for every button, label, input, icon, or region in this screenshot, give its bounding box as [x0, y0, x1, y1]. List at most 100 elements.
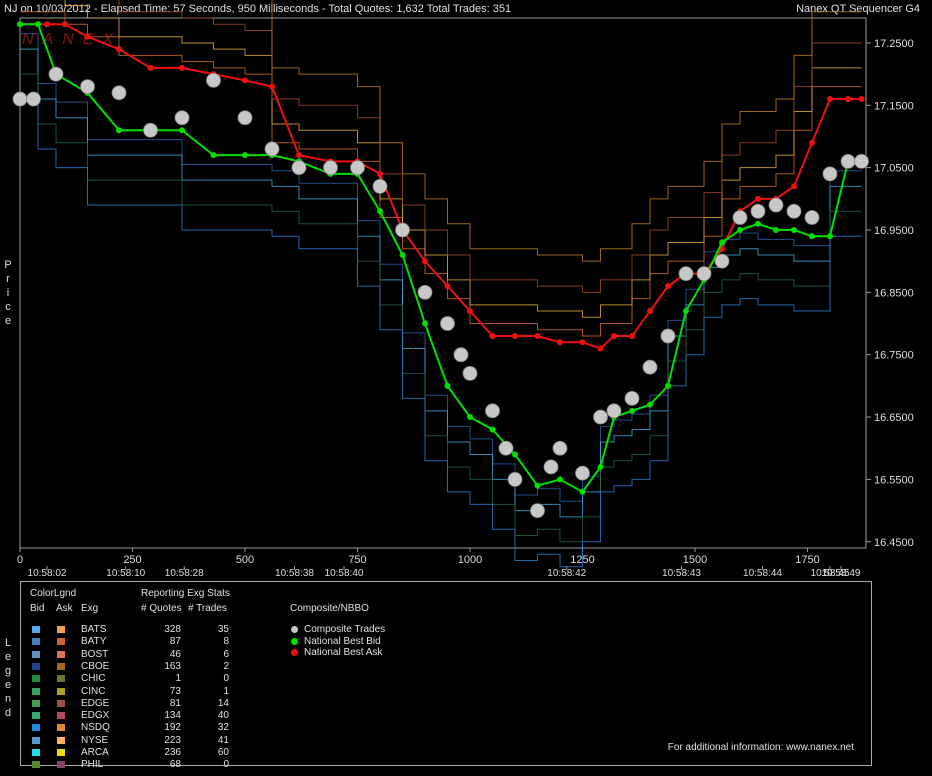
exchange-name: CINC — [81, 685, 106, 697]
bid-exchange-line — [20, 33, 862, 502]
legend-trades-header: # Trades — [188, 603, 227, 614]
time-tick-label: 10:58:43 — [662, 568, 701, 579]
national-best-bid-point — [534, 482, 541, 489]
composite-trade-point — [593, 409, 608, 425]
exchange-trade-count: 0 — [223, 673, 229, 685]
national-best-ask-point — [296, 152, 302, 159]
legend-reporting-header: Reporting Exg Stats — [141, 588, 230, 599]
national-best-ask-point — [597, 345, 604, 352]
composite-trade-point — [174, 110, 190, 126]
exchange-name: ARCA — [81, 747, 109, 758]
exchange-name: BATS — [81, 624, 107, 635]
composite-trade-point — [80, 79, 95, 94]
exchange-trade-count: 0 — [223, 759, 229, 771]
exchange-name: BATY — [81, 636, 107, 648]
composite-trade-point — [453, 347, 469, 363]
composite-trade-point — [854, 154, 869, 169]
y-tick-label: 16.9500 — [874, 225, 914, 237]
exchange-quote-count: 236 — [164, 747, 181, 758]
bid-color-swatch — [32, 638, 40, 646]
composite-trade-point — [264, 141, 280, 157]
time-tick-label: 10:58:44 — [743, 568, 782, 579]
composite-trade-point — [395, 222, 410, 238]
national-best-bid-point — [210, 152, 217, 159]
composite-trade-point — [462, 366, 478, 381]
exchange-name: NSDQ — [81, 722, 110, 734]
composite-trade-point — [768, 197, 784, 213]
exchange-trade-count: 8 — [223, 636, 229, 648]
exchange-trade-count: 32 — [217, 722, 229, 734]
composite-trade-point — [507, 472, 523, 487]
national-best-bid-point — [512, 451, 518, 458]
time-tick-label: 10:58:28 — [165, 568, 204, 579]
national-best-ask-point — [611, 333, 617, 339]
national-best-bid-point — [827, 233, 833, 240]
legend-composite-header: Composite/NBBO — [290, 603, 369, 614]
national-best-ask-line — [20, 23, 862, 350]
national-best-ask-point — [147, 64, 154, 71]
national-best-bid-point — [422, 320, 428, 327]
national-best-ask-point — [809, 139, 815, 146]
bid-color-swatch — [32, 712, 40, 720]
legend-bid-header: Bid — [30, 603, 45, 614]
legend-colorlgnd-header: ColorLgnd — [30, 588, 77, 599]
exchange-quote-count: 81 — [169, 697, 181, 709]
exchange-name: BOST — [81, 648, 109, 660]
exchange-quote-count: 134 — [164, 710, 181, 722]
composite-trade-point — [323, 160, 338, 176]
national-best-bid-line — [20, 23, 862, 494]
ask-exchange-line — [20, 11, 862, 337]
national-best-bid-point — [579, 488, 586, 495]
y-tick-label: 17.0500 — [874, 163, 914, 175]
national-best-bid-point — [467, 414, 473, 421]
exchange-quote-count: 46 — [169, 648, 181, 660]
exchange-trade-count: 2 — [223, 660, 229, 672]
nbbo-legend-label: National Best Ask — [304, 647, 383, 658]
x-tick-label: 0 — [17, 554, 23, 566]
bid-color-swatch — [32, 662, 40, 670]
time-tick-label: 10:58:42 — [547, 568, 586, 579]
composite-trade-point — [696, 266, 712, 282]
national-best-bid-point — [116, 127, 122, 134]
national-best-ask-point — [827, 96, 833, 103]
y-tick-label: 16.6500 — [874, 412, 914, 424]
ask-color-swatch — [57, 638, 65, 646]
exchange-quote-count: 87 — [169, 636, 181, 648]
legend-exg-header: Exg — [81, 603, 99, 614]
composite-trade-point — [624, 390, 640, 406]
composite-trade-point — [732, 210, 748, 225]
composite-trade-point — [530, 503, 545, 518]
time-tick-label: 10:58:49 — [822, 568, 861, 579]
plot-frame — [19, 17, 867, 549]
price-axis-label: P r i c e — [4, 259, 12, 327]
national-best-bid-point — [179, 127, 185, 134]
nbbo-legend-marker — [291, 626, 298, 633]
composite-trade-point — [26, 91, 41, 107]
legend-footer: For additional information: www.nanex.ne… — [667, 742, 854, 753]
bid-color-swatch — [32, 724, 40, 732]
bid-color-swatch — [32, 736, 40, 744]
national-best-ask-point — [44, 21, 50, 28]
national-best-ask-point — [557, 339, 563, 346]
national-best-bid-point — [17, 21, 23, 28]
bid-color-swatch — [32, 699, 40, 707]
exchange-trade-count: 41 — [217, 734, 229, 746]
national-best-ask-point — [534, 333, 541, 339]
bid-exchange-line — [20, 98, 862, 568]
composite-trade-point — [206, 72, 221, 88]
composite-trade-point — [372, 178, 388, 194]
bid-color-swatch — [32, 761, 40, 769]
bid-color-swatch — [32, 626, 40, 633]
composite-trade-point — [48, 66, 64, 82]
ask-color-swatch — [57, 687, 65, 695]
x-tick-label: 1750 — [795, 554, 819, 566]
national-best-ask-point — [791, 183, 797, 190]
national-best-bid-point — [791, 227, 797, 233]
x-tick-label: 750 — [348, 554, 366, 566]
y-tick-label: 16.7500 — [874, 350, 914, 362]
exchange-quote-count: 1 — [175, 673, 181, 685]
composite-trade-point — [143, 122, 158, 138]
exchange-trade-count: 40 — [217, 710, 229, 722]
nbbo-legend-marker — [291, 649, 298, 656]
composite-trade-point — [840, 154, 856, 169]
